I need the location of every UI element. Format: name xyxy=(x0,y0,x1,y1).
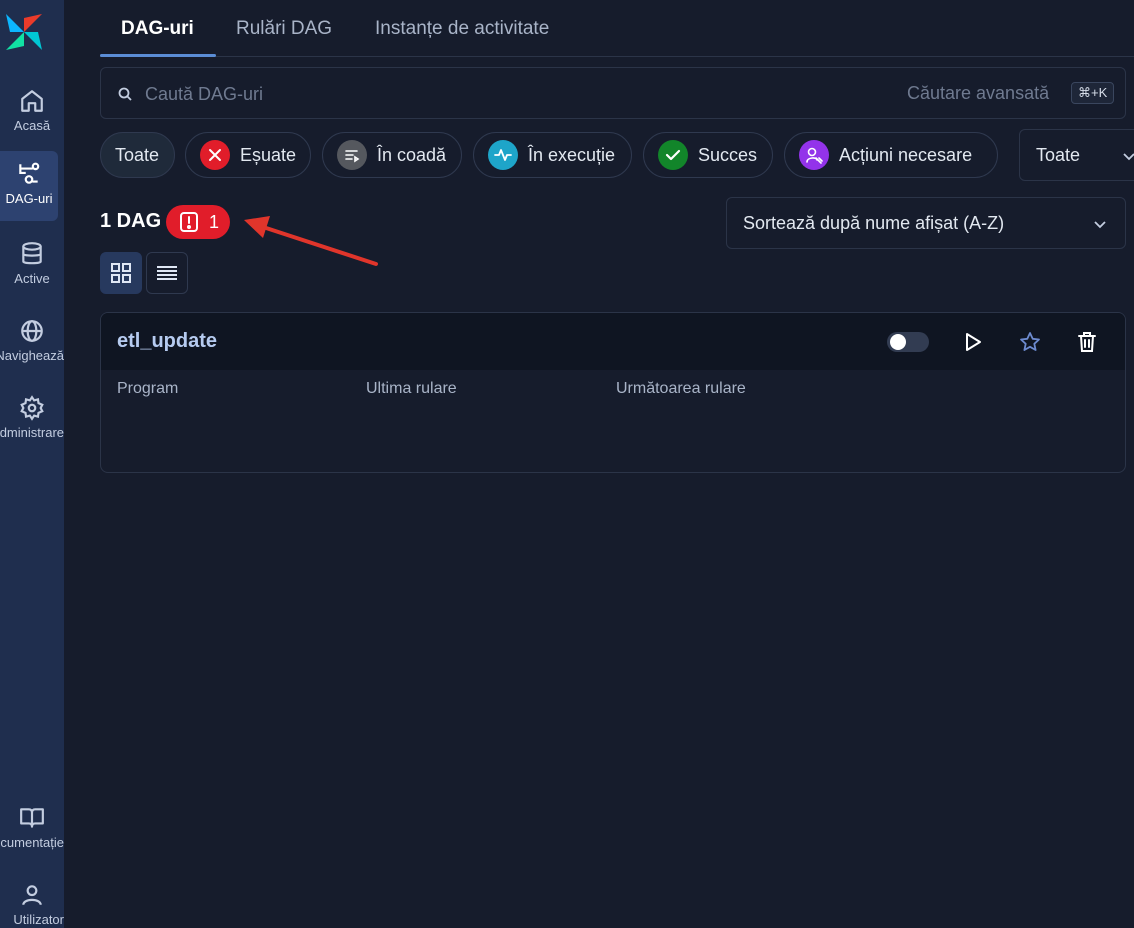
book-icon xyxy=(20,808,44,828)
sidebar: Acasă DAG-uri Active Navighează Administ… xyxy=(0,0,64,928)
search-icon xyxy=(118,87,132,101)
sidebar-item-label: DAG-uri xyxy=(5,191,53,206)
tab-dag-runs[interactable]: Rulări DAG xyxy=(236,18,332,40)
tab-dags[interactable]: DAG-uri xyxy=(121,18,194,40)
sidebar-item-home[interactable]: Acasă xyxy=(0,78,64,148)
tab-task-instances[interactable]: Instanțe de activitate xyxy=(375,18,549,40)
filter-label: În coadă xyxy=(377,144,447,165)
delete-dag-button[interactable] xyxy=(1074,329,1100,355)
sort-select[interactable]: Sortează după nume afișat (A-Z) xyxy=(726,197,1126,249)
table-view-button[interactable] xyxy=(146,252,188,294)
import-errors-badge[interactable]: 1 xyxy=(166,205,230,239)
tag-filter-select[interactable]: Toate xyxy=(1019,129,1134,181)
tag-filter-value: Toate xyxy=(1036,144,1081,165)
filter-label: Eșuate xyxy=(240,144,297,165)
sidebar-item-admin[interactable]: Administrare xyxy=(0,385,64,455)
chevron-down-icon xyxy=(1094,221,1106,229)
sidebar-item-browse[interactable]: Navighează xyxy=(0,308,64,378)
trash-icon xyxy=(1078,332,1096,352)
user-icon xyxy=(22,885,42,906)
filter-label: Acțiuni necesare xyxy=(839,144,973,165)
card-view-button[interactable] xyxy=(100,252,142,294)
dag-count: 1 DAG xyxy=(100,210,162,232)
sort-value: Sortează după nume afișat (A-Z) xyxy=(743,213,1005,233)
sidebar-item-label: Administrare xyxy=(0,425,64,440)
filter-failed[interactable]: Eșuate xyxy=(185,132,311,178)
filter-success[interactable]: Succes xyxy=(643,132,773,178)
sidebar-item-assets[interactable]: Active xyxy=(0,231,64,301)
sidebar-item-label: Utilizator xyxy=(13,912,64,927)
user-action-icon xyxy=(799,140,829,170)
sidebar-item-label: Active xyxy=(14,271,50,286)
sidebar-item-user[interactable]: Utilizator xyxy=(0,872,64,928)
search-bar: Căutare avansată ⌘+K xyxy=(100,67,1126,119)
x-icon xyxy=(200,140,230,170)
filter-label: Succes xyxy=(698,144,758,165)
filter-queued[interactable]: În coadă xyxy=(322,132,462,178)
sidebar-item-label: Navighează xyxy=(0,348,64,363)
database-icon xyxy=(22,242,42,265)
column-last-run: Ultima rulare xyxy=(366,380,457,397)
filter-running[interactable]: În execuție xyxy=(473,132,632,178)
queue-icon xyxy=(337,140,367,170)
globe-icon xyxy=(21,320,43,342)
search-shortcut-hint: ⌘+K xyxy=(1071,82,1115,104)
sidebar-item-label: Acasă xyxy=(13,118,51,133)
advanced-search-button[interactable]: Căutare avansată xyxy=(907,83,1049,104)
airflow-logo[interactable] xyxy=(2,10,46,54)
grid-icon xyxy=(111,263,131,283)
list-icon xyxy=(157,266,177,280)
sidebar-item-docs[interactable]: Documentație xyxy=(0,795,64,865)
check-icon xyxy=(658,140,688,170)
column-schedule: Program xyxy=(117,380,179,397)
annotation-arrow xyxy=(244,216,378,266)
chevron-down-icon xyxy=(1123,153,1134,161)
file-warning-icon xyxy=(180,212,198,232)
pause-toggle[interactable] xyxy=(887,332,929,352)
star-icon xyxy=(1020,332,1040,351)
sidebar-item-label: Documentație xyxy=(0,835,64,850)
import-errors-count: 1 xyxy=(209,211,220,232)
filter-label: În execuție xyxy=(528,144,616,165)
gear-icon xyxy=(20,395,44,421)
activity-icon xyxy=(488,140,518,170)
toggle-knob xyxy=(890,334,906,350)
column-next-run: Următoarea rulare xyxy=(616,380,746,397)
active-tab-indicator xyxy=(100,54,216,57)
search-input[interactable] xyxy=(145,80,845,108)
filter-needs-action[interactable]: Acțiuni necesare xyxy=(784,132,998,178)
dag-id-link[interactable]: etl_update xyxy=(117,330,217,353)
filter-label: Toate xyxy=(115,144,160,165)
dag-icon xyxy=(19,162,40,184)
favorite-button[interactable] xyxy=(1017,329,1043,355)
sidebar-item-dags[interactable]: DAG-uri xyxy=(0,151,58,221)
play-icon xyxy=(966,333,981,351)
dag-card: etl_update Program Ultima rulare Următoa… xyxy=(100,312,1126,473)
filter-all[interactable]: Toate xyxy=(100,132,175,178)
home-icon xyxy=(21,90,43,112)
trigger-dag-button[interactable] xyxy=(960,329,986,355)
